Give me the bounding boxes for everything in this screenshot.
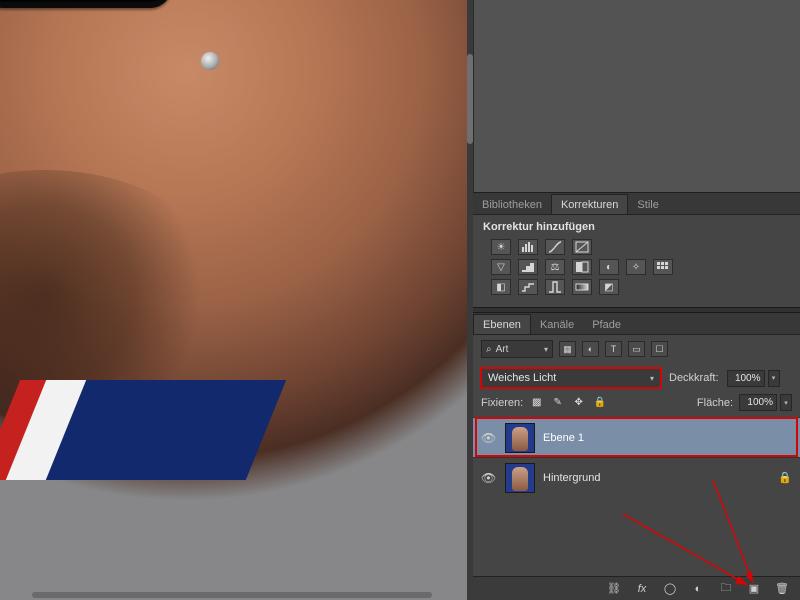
link-layers-icon[interactable]: ⛓ (606, 582, 622, 596)
adjustments-panel: Korrektur hinzufügen ☀ ▽ ⚖ ◐ ✧ ◧ ◩ (473, 215, 800, 307)
tab-bibliotheken[interactable]: Bibliotheken (473, 195, 551, 214)
brightness-contrast-icon[interactable]: ☀ (491, 239, 511, 255)
visibility-icon[interactable]: 👁 (481, 431, 497, 445)
layer-filter-kind-label: Art (496, 344, 509, 355)
tab-pfade[interactable]: Pfade (583, 315, 630, 334)
selective-color-icon[interactable]: ◩ (599, 279, 619, 295)
delete-layer-icon[interactable]: 🗑 (774, 582, 790, 596)
filter-pixel-icon[interactable]: ▦ (559, 341, 576, 357)
add-mask-icon[interactable]: ◯ (662, 582, 678, 596)
fill-label: Fläche: (697, 397, 733, 409)
threshold-icon[interactable] (545, 279, 565, 295)
canvas-hscroll[interactable] (32, 592, 432, 598)
fill-control: 100% ▾ (739, 394, 792, 411)
layers-list: 👁 Ebene 1 👁 Hintergrund 🔒 (473, 417, 800, 497)
filter-type-icon[interactable]: T (605, 341, 622, 357)
visibility-icon[interactable]: 👁 (481, 471, 497, 485)
new-group-icon[interactable]: 🗀 (718, 582, 734, 596)
opacity-field[interactable]: 100% (727, 370, 765, 387)
right-panels: Bibliotheken Korrekturen Stile Korrektur… (473, 0, 800, 600)
lock-position-icon[interactable]: ✥ (571, 396, 586, 410)
lock-all-icon[interactable]: 🔒 (592, 396, 607, 410)
filter-smartobject-icon[interactable]: ☐ (651, 341, 668, 357)
new-layer-icon[interactable]: ▣ (746, 582, 762, 596)
lock-pixels-icon[interactable]: ✎ (550, 396, 565, 410)
color-balance-icon[interactable]: ⚖ (545, 259, 565, 275)
fill-stepper[interactable]: ▾ (780, 394, 792, 411)
search-icon: ⌕ (486, 344, 492, 355)
opacity-label: Deckkraft: (669, 372, 719, 384)
photo-filter-icon[interactable]: ◐ (599, 259, 619, 275)
filter-shape-icon[interactable]: ▭ (628, 341, 645, 357)
ear-plug-shape (201, 52, 219, 70)
channel-mixer-icon[interactable]: ✧ (626, 259, 646, 275)
layer-thumbnail[interactable] (505, 423, 535, 453)
lock-icon: 🔒 (778, 471, 792, 484)
layers-bottom-bar: ⛓ fx ◯ ◐ 🗀 ▣ 🗑 (473, 576, 800, 600)
exposure-icon[interactable] (572, 239, 592, 255)
fill-field[interactable]: 100% (739, 394, 777, 411)
layers-panel-header: ⌕ Art ▾ ▦ ◐ T ▭ ☐ (473, 335, 800, 362)
tab-kanale[interactable]: Kanäle (531, 315, 583, 334)
posterize-icon[interactable] (518, 279, 538, 295)
navigator-panel-area (473, 0, 800, 193)
layer-thumbnail[interactable] (505, 463, 535, 493)
curves-icon[interactable] (545, 239, 565, 255)
photo-content (0, 0, 467, 600)
collar-blue (46, 380, 286, 480)
levels-icon[interactable] (518, 239, 538, 255)
blend-opacity-row: Weiches Licht ▾ Deckkraft: 100% ▾ (473, 362, 800, 394)
blend-mode-value: Weiches Licht (488, 372, 556, 384)
layer-name[interactable]: Hintergrund (543, 472, 600, 484)
layer-name[interactable]: Ebene 1 (543, 432, 584, 444)
adjustments-tabset: Bibliotheken Korrekturen Stile (473, 193, 800, 215)
lock-fill-row: Fixieren: ▩ ✎ ✥ 🔒 Fläche: 100% ▾ (473, 394, 800, 417)
document-canvas[interactable] (0, 0, 467, 600)
layer-filter-bar: ⌕ Art ▾ ▦ ◐ T ▭ ☐ (481, 340, 792, 358)
fx-icon[interactable]: fx (634, 582, 650, 596)
invert-icon[interactable]: ◧ (491, 279, 511, 295)
vibrance-icon[interactable]: ▽ (491, 259, 511, 275)
adjustments-title: Korrektur hinzufügen (483, 221, 790, 233)
opacity-control: 100% ▾ (727, 370, 780, 387)
gradient-map-icon[interactable] (572, 279, 592, 295)
blend-mode-dropdown[interactable]: Weiches Licht ▾ (481, 368, 661, 388)
chevron-updown-icon: ▾ (650, 374, 654, 383)
color-lookup-icon[interactable] (653, 259, 673, 275)
layer-filter-kind[interactable]: ⌕ Art ▾ (481, 340, 553, 358)
layer-row-hintergrund[interactable]: 👁 Hintergrund 🔒 (473, 457, 800, 497)
layer-row-ebene-1[interactable]: 👁 Ebene 1 (473, 417, 800, 457)
adjustments-row-2: ▽ ⚖ ◐ ✧ (491, 259, 790, 275)
adjustments-row-1: ☀ (491, 239, 790, 255)
black-white-icon[interactable] (572, 259, 592, 275)
adjustments-row-3: ◧ ◩ (491, 279, 790, 295)
layers-tabset: Ebenen Kanäle Pfade (473, 313, 800, 335)
lock-transparency-icon[interactable]: ▩ (529, 396, 544, 410)
filter-adjustment-icon[interactable]: ◐ (582, 341, 599, 357)
sunglasses-shape (0, 0, 200, 10)
chevron-updown-icon: ▾ (544, 345, 548, 354)
tab-ebenen[interactable]: Ebenen (473, 314, 531, 334)
opacity-stepper[interactable]: ▾ (768, 370, 780, 387)
tab-stile[interactable]: Stile (628, 195, 667, 214)
lock-label: Fixieren: (481, 397, 523, 409)
new-adjustment-icon[interactable]: ◐ (690, 582, 706, 596)
hue-saturation-icon[interactable] (518, 259, 538, 275)
tab-korrekturen[interactable]: Korrekturen (551, 194, 628, 214)
